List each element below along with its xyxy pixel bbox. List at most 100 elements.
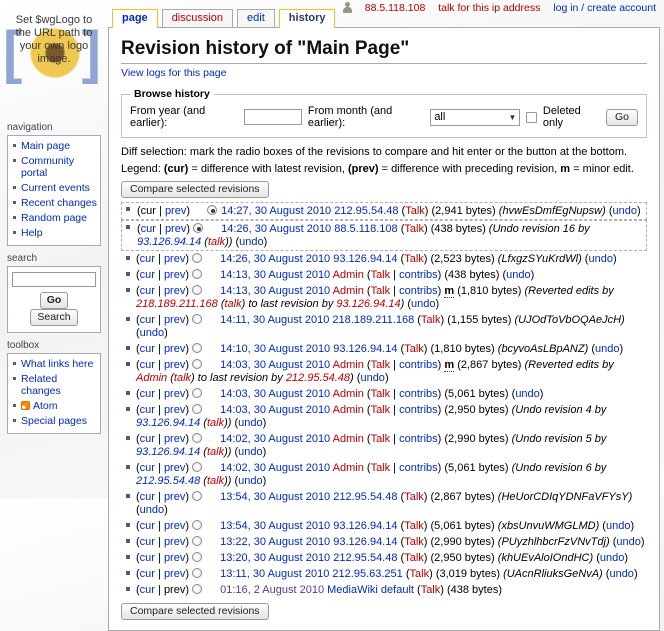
sidebar-item-current-events[interactable]: Current events: [8, 181, 100, 196]
revision-user-link[interactable]: Admin: [333, 462, 364, 474]
cur-link[interactable]: cur: [140, 253, 155, 265]
comment-link[interactable]: 93.126.94.14: [136, 417, 200, 429]
cur-link[interactable]: cur: [140, 269, 155, 281]
revision-user-link[interactable]: MediaWiki default: [327, 584, 414, 596]
prev-link[interactable]: prev: [164, 462, 185, 474]
revision-user-link[interactable]: Admin: [333, 388, 364, 400]
tab-edit[interactable]: edit: [237, 9, 275, 27]
revision-timestamp-link[interactable]: 14:13, 30 August 2010: [220, 269, 330, 281]
talk-link[interactable]: Talk: [404, 552, 424, 564]
talk-link[interactable]: Talk: [371, 462, 391, 474]
prev-link[interactable]: prev: [165, 223, 186, 235]
cur-link[interactable]: cur: [140, 584, 155, 596]
revision-radio[interactable]: [192, 536, 202, 546]
revision-radio[interactable]: [192, 269, 202, 279]
undo-link[interactable]: undo: [506, 269, 530, 281]
search-input[interactable]: [12, 272, 96, 287]
talk-link[interactable]: Talk: [371, 285, 391, 297]
undo-link[interactable]: undo: [609, 568, 633, 580]
revision-timestamp-link[interactable]: 14:03, 30 August 2010: [220, 404, 330, 416]
prev-link[interactable]: prev: [164, 491, 185, 503]
prev-link[interactable]: prev: [164, 520, 185, 532]
revision-timestamp-link[interactable]: 14:27, 30 August 2010: [221, 205, 331, 217]
revision-radio[interactable]: [192, 520, 202, 530]
revision-timestamp-link[interactable]: 14:10, 30 August 2010: [220, 343, 330, 355]
talk-link[interactable]: Talk: [371, 359, 391, 371]
revision-timestamp-link[interactable]: 13:54, 30 August 2010: [220, 491, 330, 503]
undo-link[interactable]: undo: [595, 343, 619, 355]
toolbox-link[interactable]: Special pages: [21, 415, 87, 427]
revision-radio[interactable]: [192, 285, 202, 295]
revision-timestamp-link[interactable]: 13:54, 30 August 2010: [220, 520, 330, 532]
compare-selected-revisions-button-top[interactable]: Compare selected revisions: [121, 181, 269, 198]
undo-link[interactable]: undo: [411, 298, 435, 310]
prev-link[interactable]: prev: [164, 359, 185, 371]
prev-link[interactable]: prev: [164, 388, 185, 400]
sidebar-link[interactable]: Help: [21, 227, 43, 239]
undo-link[interactable]: undo: [238, 475, 262, 487]
undo-link[interactable]: undo: [515, 388, 539, 400]
talk-link[interactable]: Talk: [371, 388, 391, 400]
revision-radio[interactable]: [192, 253, 202, 263]
toolbox-link[interactable]: Related changes: [21, 373, 61, 397]
comment-link[interactable]: talk: [207, 417, 224, 429]
revision-timestamp-link[interactable]: 14:26, 30 August 2010: [221, 223, 331, 235]
revision-user-link[interactable]: Admin: [333, 269, 364, 281]
contribs-link[interactable]: contribs: [399, 388, 438, 400]
sidebar-link[interactable]: Random page: [21, 212, 87, 224]
cur-link[interactable]: cur: [140, 520, 155, 532]
undo-link[interactable]: undo: [612, 205, 636, 217]
revision-timestamp-link[interactable]: 13:20, 30 August 2010: [220, 552, 330, 564]
talk-link[interactable]: Talk: [404, 223, 424, 235]
talk-link[interactable]: Talk: [421, 584, 441, 596]
toolbox-item-related-changes[interactable]: Related changes: [8, 372, 100, 399]
undo-link[interactable]: undo: [600, 552, 624, 564]
prev-link[interactable]: prev: [164, 269, 185, 281]
cur-link[interactable]: cur: [140, 404, 155, 416]
toolbox-link[interactable]: Atom: [33, 400, 58, 412]
search-fulltext-button[interactable]: Search: [30, 309, 77, 326]
revision-radio[interactable]: [192, 433, 202, 443]
username-link[interactable]: 88.5.118.108: [365, 2, 426, 14]
cur-link[interactable]: cur: [140, 359, 155, 371]
talk-link[interactable]: Talk: [404, 253, 424, 265]
login-link[interactable]: log in / create account: [553, 2, 656, 14]
contribs-link[interactable]: contribs: [399, 359, 438, 371]
prev-link[interactable]: prev: [164, 343, 185, 355]
deleted-only-checkbox[interactable]: [526, 112, 536, 123]
revision-radio[interactable]: [192, 568, 202, 578]
tab-history[interactable]: history: [279, 9, 336, 28]
revision-radio[interactable]: [192, 404, 202, 414]
revision-timestamp-link[interactable]: 14:03, 30 August 2010: [220, 359, 330, 371]
talk-link[interactable]: Talk: [404, 520, 424, 532]
revision-user-link[interactable]: 218.189.211.168: [332, 314, 414, 326]
comment-link[interactable]: talk: [208, 236, 225, 248]
revision-radio[interactable]: [207, 205, 217, 215]
toolbox-item-special-pages[interactable]: Special pages: [8, 414, 100, 429]
search-go-button[interactable]: Go: [40, 292, 69, 309]
undo-link[interactable]: undo: [238, 417, 262, 429]
revision-timestamp-link[interactable]: 13:22, 30 August 2010: [220, 536, 330, 548]
comment-link[interactable]: 212.95.54.48: [286, 372, 350, 384]
compare-selected-revisions-button-bottom[interactable]: Compare selected revisions: [121, 603, 269, 620]
contribs-link[interactable]: contribs: [399, 404, 438, 416]
cur-link[interactable]: cur: [140, 552, 155, 564]
undo-link[interactable]: undo: [140, 504, 164, 516]
view-logs-link[interactable]: View logs for this page: [121, 67, 226, 79]
undo-link[interactable]: undo: [140, 327, 164, 339]
revision-user-link[interactable]: 88.5.118.108: [334, 223, 397, 235]
undo-link[interactable]: undo: [588, 253, 612, 265]
sidebar-link[interactable]: Community portal: [21, 155, 74, 179]
sidebar-item-recent-changes[interactable]: Recent changes: [8, 196, 100, 211]
cur-link[interactable]: cur: [140, 462, 155, 474]
month-select[interactable]: all ▼: [430, 109, 520, 126]
revision-user-link[interactable]: 93.126.94.14: [333, 536, 397, 548]
revision-user-link[interactable]: 212.95.54.48: [333, 491, 397, 503]
talk-link[interactable]: Talk: [404, 536, 424, 548]
sidebar-item-community-portal[interactable]: Community portal: [8, 154, 100, 181]
toolbox-item-what-links-here[interactable]: What links here: [8, 357, 100, 372]
cur-link[interactable]: cur: [140, 491, 155, 503]
prev-link[interactable]: prev: [165, 205, 186, 217]
revision-radio[interactable]: [192, 552, 202, 562]
cur-link[interactable]: cur: [140, 343, 155, 355]
